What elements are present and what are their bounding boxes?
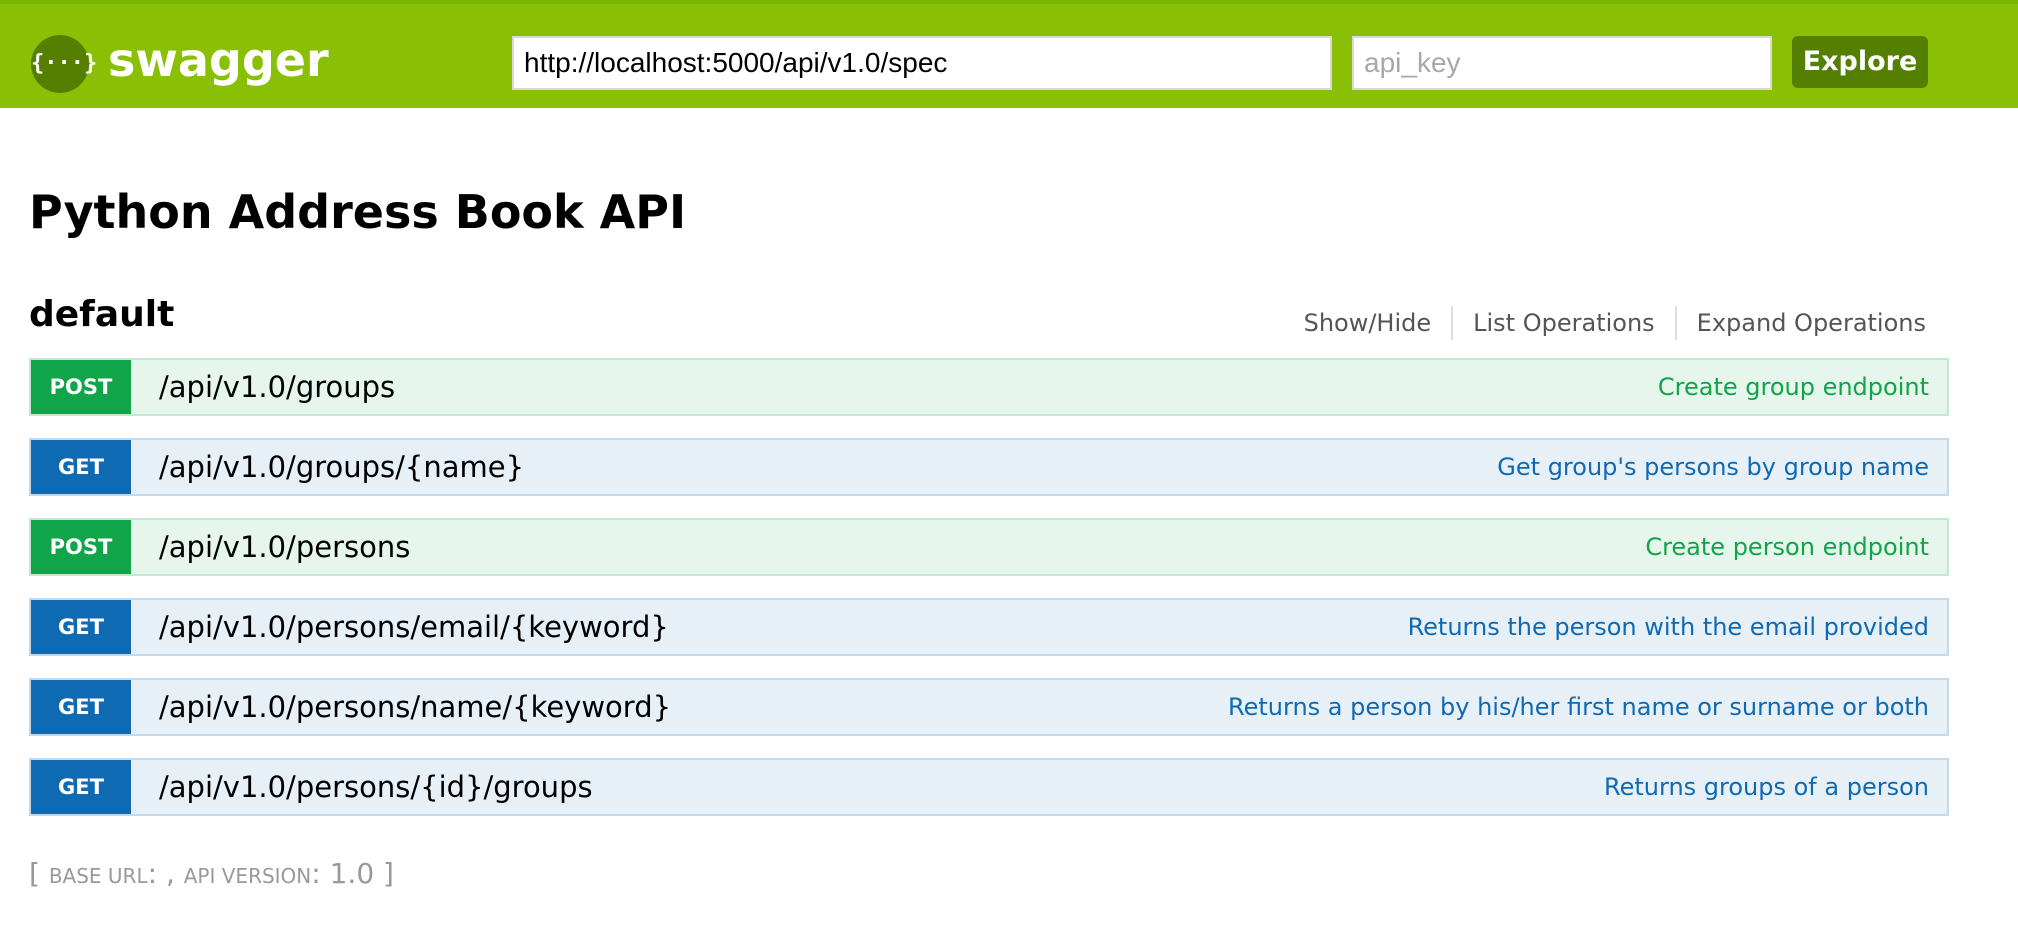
api-title: Python Address Book API xyxy=(29,185,687,239)
swagger-logo-icon[interactable]: {···} xyxy=(31,35,97,93)
operation-row-get-persons-name[interactable]: GET /api/v1.0/persons/name/{keyword} Ret… xyxy=(29,678,1949,736)
base-url-value: : , xyxy=(147,857,184,890)
operation-path[interactable]: /api/v1.0/persons/{id}/groups xyxy=(159,760,593,814)
operation-path[interactable]: /api/v1.0/persons/email/{keyword} xyxy=(159,600,669,654)
api-version-value: : 1.0 xyxy=(311,857,375,890)
top-header-bar: {···} swagger Explore xyxy=(0,0,2018,108)
base-url-label: base url xyxy=(48,864,148,888)
footer-close-bracket: ] xyxy=(374,857,394,890)
method-badge-get[interactable]: GET xyxy=(31,680,131,734)
operation-path[interactable]: /api/v1.0/groups xyxy=(159,360,395,414)
method-badge-post[interactable]: POST xyxy=(31,360,131,414)
operation-path[interactable]: /api/v1.0/persons/name/{keyword} xyxy=(159,680,671,734)
resource-name-default[interactable]: default xyxy=(29,290,174,340)
explore-button[interactable]: Explore xyxy=(1792,36,1928,88)
spec-url-input[interactable] xyxy=(512,36,1332,90)
operation-summary[interactable]: Returns groups of a person xyxy=(1604,760,1929,814)
operation-summary[interactable]: Returns a person by his/her first name o… xyxy=(1228,680,1929,734)
operation-summary[interactable]: Create group endpoint xyxy=(1658,360,1929,414)
operation-row-get-groups-name[interactable]: GET /api/v1.0/groups/{name} Get group's … xyxy=(29,438,1949,496)
operation-summary[interactable]: Returns the person with the email provid… xyxy=(1408,600,1929,654)
operation-path[interactable]: /api/v1.0/persons xyxy=(159,520,410,574)
method-badge-get[interactable]: GET xyxy=(31,440,131,494)
expand-operations-link[interactable]: Expand Operations xyxy=(1677,304,1926,342)
operation-row-post-groups[interactable]: POST /api/v1.0/groups Create group endpo… xyxy=(29,358,1949,416)
method-badge-get[interactable]: GET xyxy=(31,760,131,814)
api-version-label: api version xyxy=(183,864,312,888)
api-key-input[interactable] xyxy=(1352,36,1772,90)
method-badge-get[interactable]: GET xyxy=(31,600,131,654)
operation-row-get-persons-id-groups[interactable]: GET /api/v1.0/persons/{id}/groups Return… xyxy=(29,758,1949,816)
method-badge-post[interactable]: POST xyxy=(31,520,131,574)
show-hide-link[interactable]: Show/Hide xyxy=(1284,304,1452,342)
api-info-footer: [ base url: , api version: 1.0 ] xyxy=(29,854,394,896)
operation-row-get-persons-email[interactable]: GET /api/v1.0/persons/email/{keyword} Re… xyxy=(29,598,1949,656)
operation-summary[interactable]: Get group's persons by group name xyxy=(1497,440,1929,494)
list-operations-link[interactable]: List Operations xyxy=(1453,304,1675,342)
operation-summary[interactable]: Create person endpoint xyxy=(1645,520,1929,574)
operation-path[interactable]: /api/v1.0/groups/{name} xyxy=(159,440,524,494)
footer-open-bracket: [ xyxy=(29,857,49,890)
operation-row-post-persons[interactable]: POST /api/v1.0/persons Create person end… xyxy=(29,518,1949,576)
swagger-logo-text[interactable]: swagger xyxy=(108,30,329,90)
resource-options: Show/Hide List Operations Expand Operati… xyxy=(1284,304,1926,342)
